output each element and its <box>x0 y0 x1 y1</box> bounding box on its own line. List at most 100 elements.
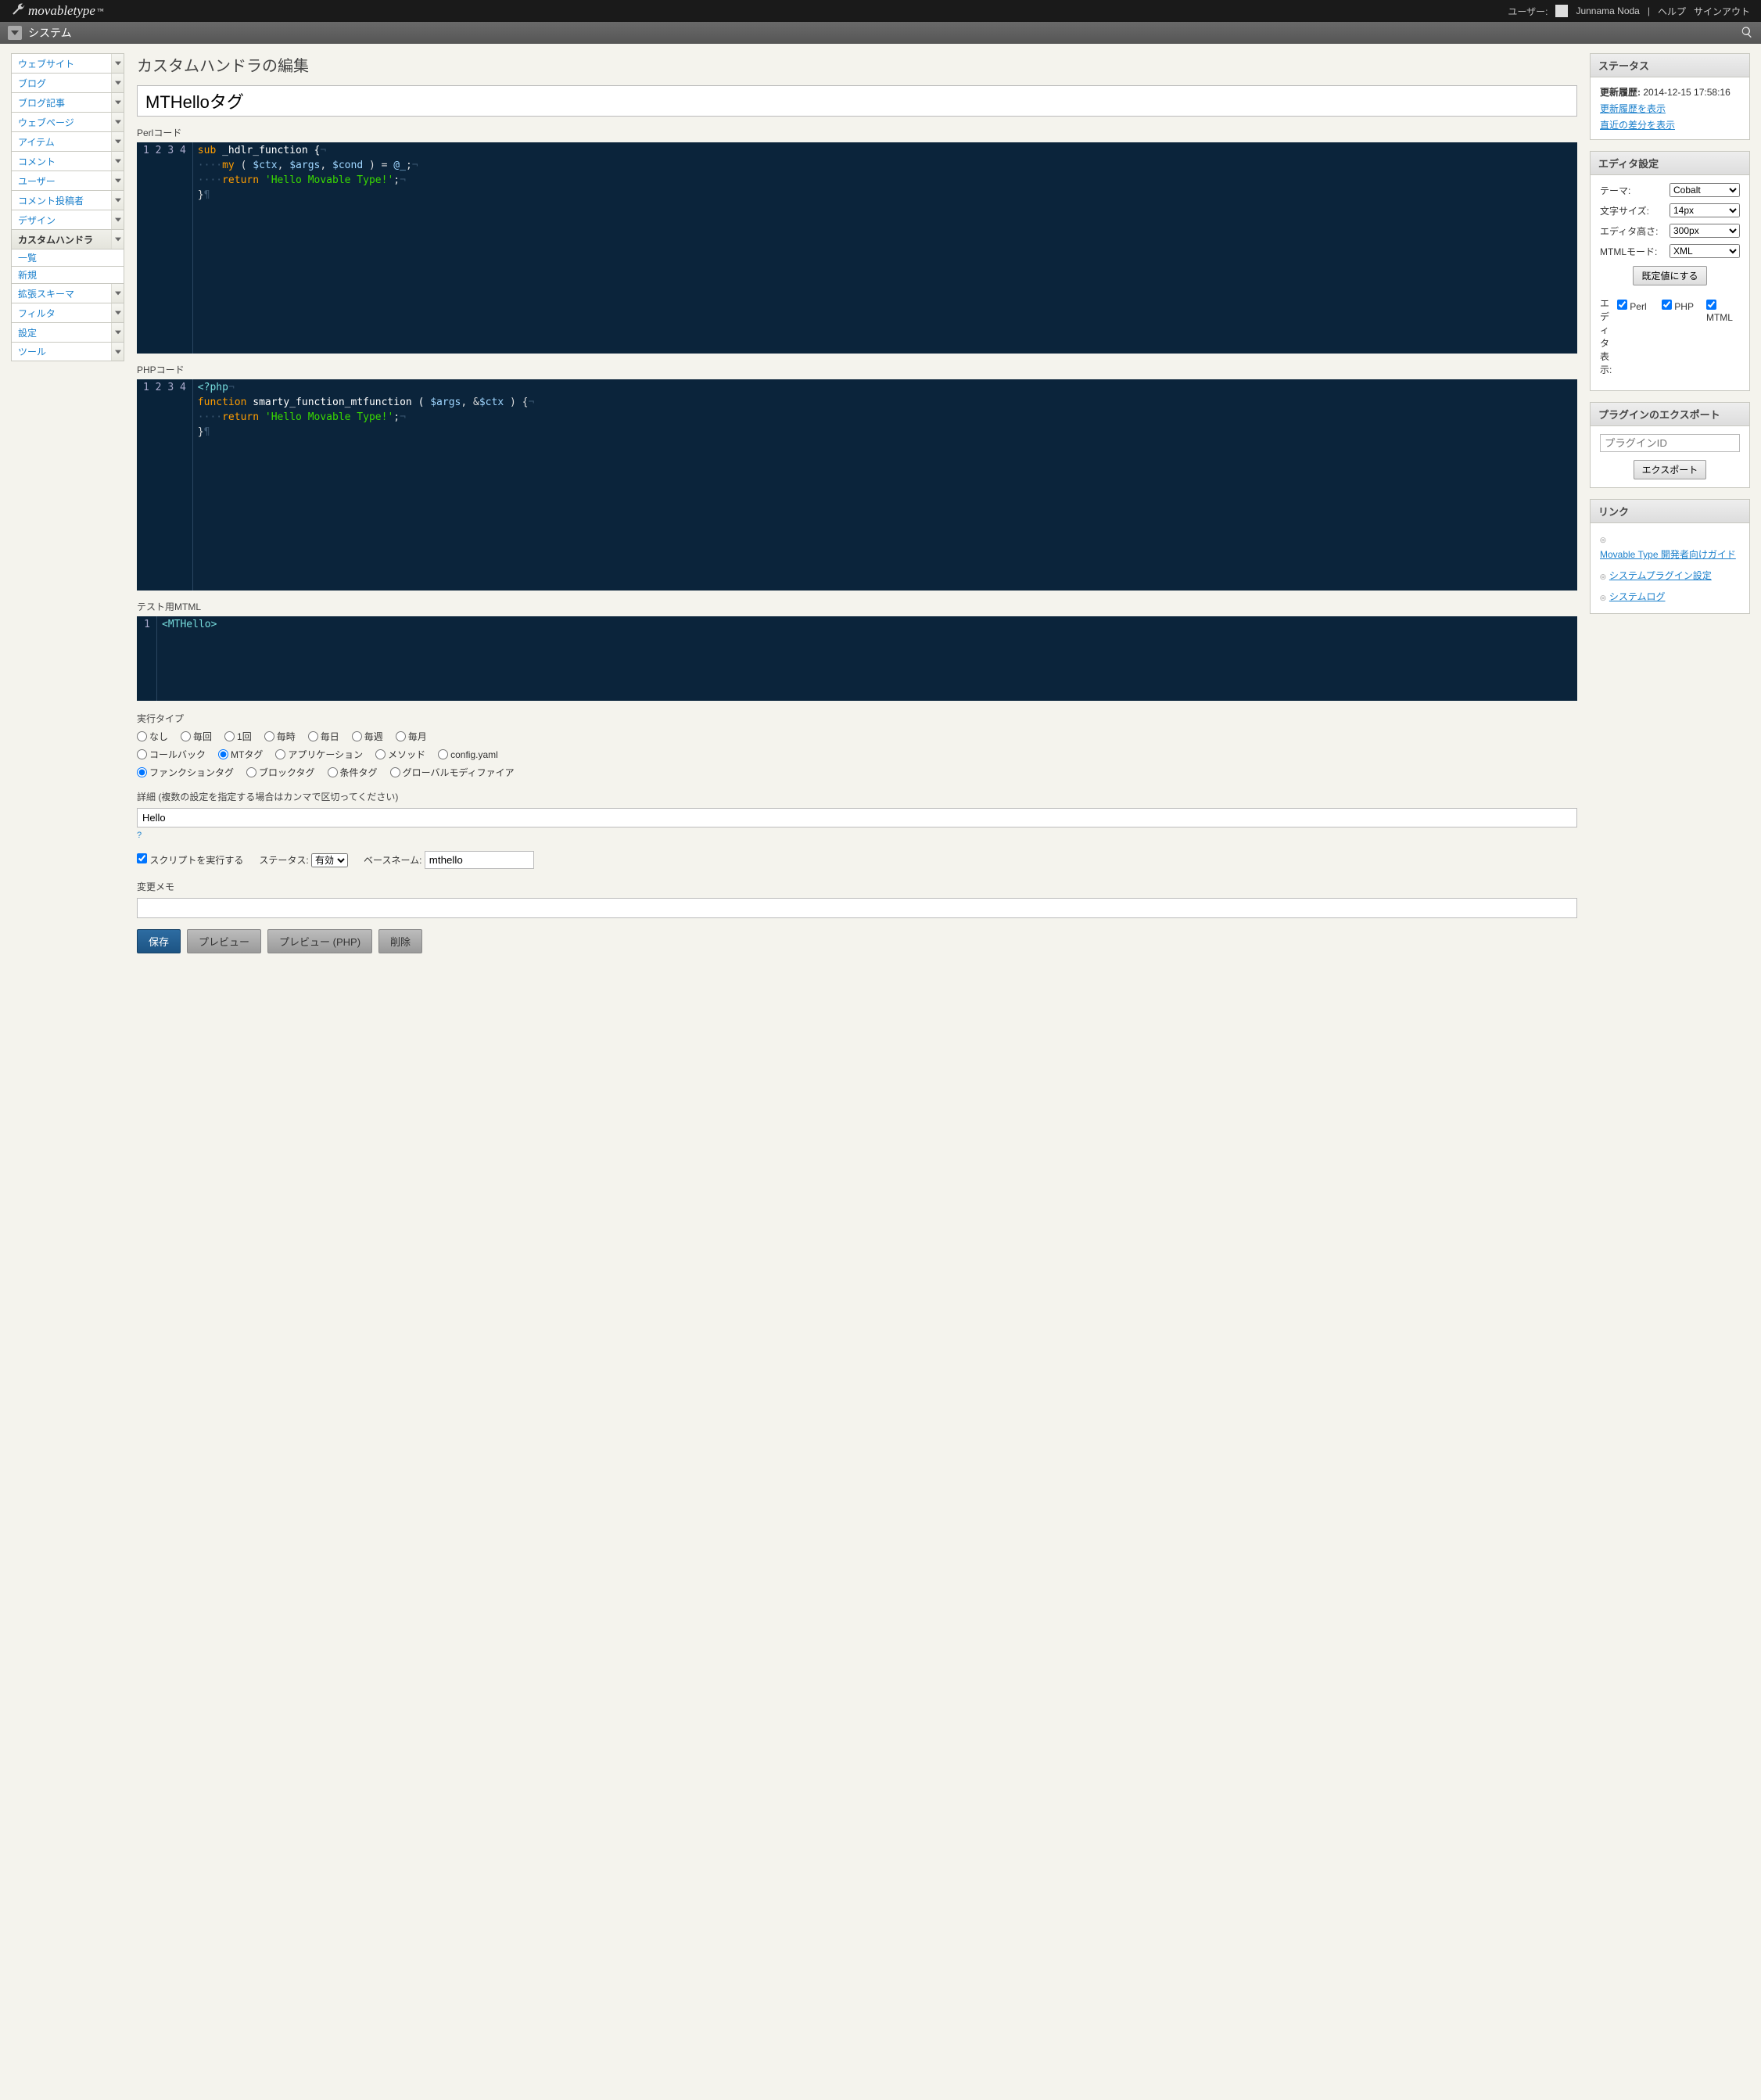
radio-option[interactable]: 条件タグ <box>328 766 378 779</box>
signout-link[interactable]: サインアウト <box>1694 5 1750 18</box>
perl-editor[interactable]: 1 2 3 4 sub _hdlr_function {¬ ····my ( $… <box>137 142 1577 354</box>
sidebar-item-label[interactable]: 新規 <box>18 268 117 282</box>
sidebar-item[interactable]: コメント <box>11 151 124 171</box>
radio-option[interactable]: メソッド <box>375 748 425 761</box>
radio-option[interactable]: 毎月 <box>396 730 427 743</box>
delete-button[interactable]: 削除 <box>378 929 422 953</box>
sidebar-item[interactable]: 設定 <box>11 322 124 342</box>
sidebar-item[interactable]: ウェブサイト <box>11 53 124 73</box>
sidebar-item[interactable]: アイテム <box>11 131 124 151</box>
link-plugin-settings[interactable]: システムプラグイン設定 <box>1609 569 1712 582</box>
sidebar-item-label[interactable]: 一覧 <box>18 251 117 264</box>
chevron-down-icon[interactable] <box>111 113 124 131</box>
chevron-down-icon[interactable] <box>111 284 124 303</box>
memo-input[interactable] <box>137 898 1577 918</box>
chevron-down-icon[interactable] <box>111 171 124 190</box>
cb-mtml[interactable]: MTML <box>1706 300 1740 323</box>
radio-option[interactable]: 毎回 <box>181 730 212 743</box>
show-diff-link[interactable]: 直近の差分を表示 <box>1600 118 1675 131</box>
detail-input[interactable] <box>137 808 1577 827</box>
handler-title-input[interactable] <box>137 85 1577 117</box>
sidebar-item[interactable]: ブログ <box>11 73 124 92</box>
chevron-down-icon[interactable] <box>111 323 124 342</box>
username-link[interactable]: Junnama Noda <box>1576 5 1639 16</box>
link-dev-guide[interactable]: Movable Type 開発者向けガイド <box>1600 547 1736 561</box>
radio-option[interactable]: コールバック <box>137 748 206 761</box>
default-button[interactable]: 既定値にする <box>1633 266 1706 285</box>
sidebar-item[interactable]: フィルタ <box>11 303 124 322</box>
radio-option[interactable]: 1回 <box>224 730 252 743</box>
sidebar-item-label[interactable]: フィルタ <box>18 307 111 320</box>
font-select[interactable]: 14px <box>1670 203 1740 217</box>
sidebar-item-label[interactable]: コメント投稿者 <box>18 194 111 207</box>
radio-option[interactable]: グローバルモディファイア <box>390 766 515 779</box>
php-label: PHPコード <box>137 363 1577 376</box>
chevron-down-icon[interactable] <box>111 152 124 171</box>
sidebar-item-label[interactable]: ブログ <box>18 77 111 90</box>
cb-perl[interactable]: Perl <box>1617 300 1651 323</box>
export-title: プラグインのエクスポート <box>1591 403 1749 426</box>
preview-php-button[interactable]: プレビュー (PHP) <box>267 929 372 953</box>
chevron-down-icon[interactable] <box>111 343 124 361</box>
sidebar-item[interactable]: 拡張スキーマ <box>11 283 124 303</box>
radio-option[interactable]: config.yaml <box>438 749 498 760</box>
sidebar-item-label[interactable]: アイテム <box>18 135 111 149</box>
chevron-down-icon[interactable] <box>111 54 124 73</box>
sidebar-item-label[interactable]: 拡張スキーマ <box>18 287 111 300</box>
sidebar-item[interactable]: ウェブページ <box>11 112 124 131</box>
save-button[interactable]: 保存 <box>137 929 181 953</box>
sidebar-item-label[interactable]: デザイン <box>18 214 111 227</box>
sidebar-item[interactable]: ブログ記事 <box>11 92 124 112</box>
mtmlmode-select[interactable]: XML <box>1670 244 1740 258</box>
scope-selector[interactable] <box>8 26 22 40</box>
chevron-down-icon[interactable] <box>111 191 124 210</box>
radio-option[interactable]: アプリケーション <box>275 748 363 761</box>
sidebar-item[interactable]: カスタムハンドラ <box>11 229 124 249</box>
sidebar-item-label[interactable]: ユーザー <box>18 174 111 188</box>
help-link[interactable]: ヘルプ <box>1658 5 1686 18</box>
basename-input[interactable] <box>425 851 534 869</box>
php-editor[interactable]: 1 2 3 4 <?php¬ function smarty_function_… <box>137 379 1577 591</box>
show-history-link[interactable]: 更新履歴を表示 <box>1600 102 1666 115</box>
sidebar-item[interactable]: ツール <box>11 342 124 361</box>
radio-option[interactable]: MTタグ <box>218 748 263 761</box>
link-system-log[interactable]: システムログ <box>1609 590 1666 603</box>
height-select[interactable]: 300px <box>1670 224 1740 238</box>
sidebar-item-label[interactable]: コメント <box>18 155 111 168</box>
theme-select[interactable]: Cobalt <box>1670 183 1740 197</box>
sidebar-item-label[interactable]: ウェブページ <box>18 116 111 129</box>
radio-option[interactable]: なし <box>137 730 168 743</box>
sidebar-item[interactable]: ユーザー <box>11 171 124 190</box>
export-button[interactable]: エクスポート <box>1634 460 1707 479</box>
run-script-checkbox[interactable]: スクリプトを実行する <box>137 853 243 867</box>
sidebar-item[interactable]: デザイン <box>11 210 124 229</box>
chevron-down-icon[interactable] <box>111 93 124 112</box>
chevron-down-icon[interactable] <box>111 210 124 229</box>
radio-option[interactable]: 毎日 <box>308 730 339 743</box>
logo[interactable]: movabletype ™ <box>11 2 104 20</box>
radio-option[interactable]: ブロックタグ <box>246 766 315 779</box>
plugin-id-input[interactable] <box>1600 434 1740 452</box>
chevron-down-icon[interactable] <box>111 230 124 249</box>
sidebar-item[interactable]: 新規 <box>11 266 124 283</box>
sidebar-item-label[interactable]: ウェブサイト <box>18 57 111 70</box>
search-icon[interactable] <box>1741 26 1753 41</box>
sidebar-item[interactable]: 一覧 <box>11 249 124 266</box>
preview-button[interactable]: プレビュー <box>187 929 261 953</box>
help-link[interactable]: ? <box>137 831 142 840</box>
sidebar-item-label[interactable]: 設定 <box>18 326 111 339</box>
chevron-down-icon[interactable] <box>111 303 124 322</box>
radio-option[interactable]: ファンクションタグ <box>137 766 234 779</box>
status-select[interactable]: 有効 <box>311 853 348 867</box>
chevron-down-icon[interactable] <box>111 132 124 151</box>
sidebar-item-label[interactable]: ツール <box>18 345 111 358</box>
sidebar-item-label[interactable]: ブログ記事 <box>18 96 111 109</box>
exec-row3: ファンクションタグブロックタグ条件タググローバルモディファイア <box>137 766 1577 779</box>
sidebar-item-label[interactable]: カスタムハンドラ <box>18 233 111 246</box>
sidebar-item[interactable]: コメント投稿者 <box>11 190 124 210</box>
radio-option[interactable]: 毎時 <box>264 730 296 743</box>
radio-option[interactable]: 毎週 <box>352 730 383 743</box>
cb-php[interactable]: PHP <box>1662 300 1695 323</box>
mtml-editor[interactable]: 1 <MTHello> <box>137 616 1577 701</box>
chevron-down-icon[interactable] <box>111 74 124 92</box>
